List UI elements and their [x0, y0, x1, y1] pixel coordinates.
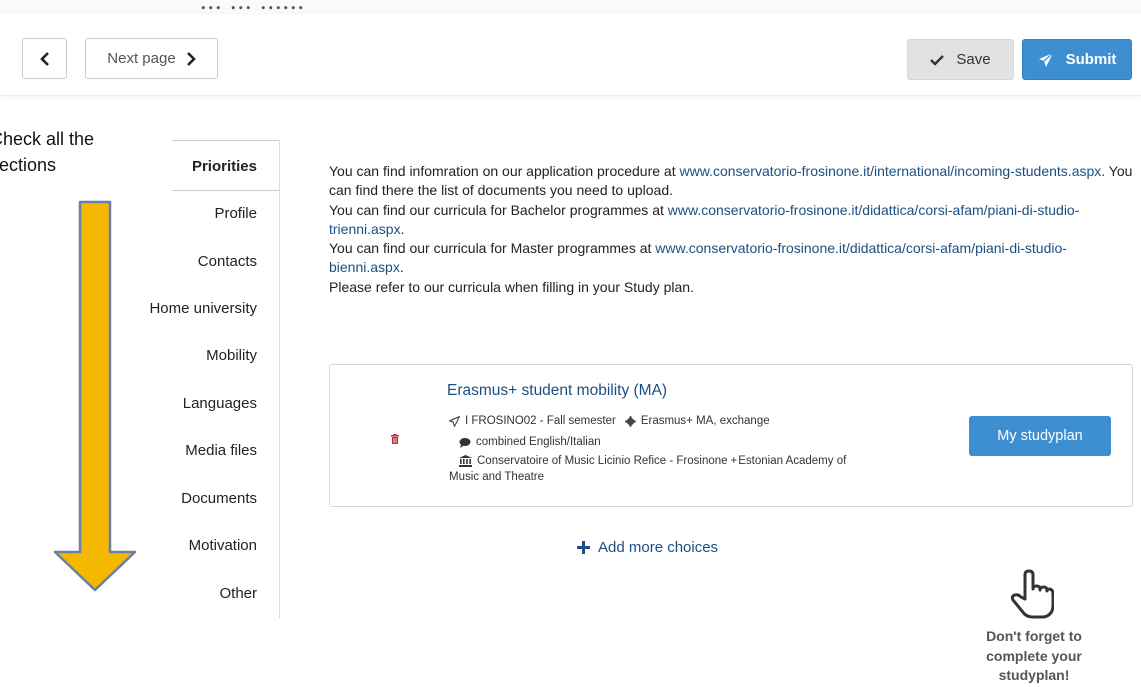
choice-home-institution: Conservatoire of Music Licinio Refice - …	[477, 455, 728, 467]
choice-host-institution: Estonian Academy of	[738, 455, 847, 467]
choice-title[interactable]: Erasmus+ student mobility (MA)	[447, 382, 667, 400]
choice-meta-row-3: Conservatoire of Music Licinio Refice - …	[459, 455, 846, 467]
reminder-line-1: Don't forget to	[986, 628, 1082, 644]
sidebar-item-documents[interactable]: Documents	[181, 490, 257, 507]
choice-meta-row-4: Music and Theatre	[449, 471, 544, 483]
reminder-line-2: complete your	[986, 647, 1082, 664]
choice-language: combined English/Italian	[476, 436, 601, 448]
asterisk-icon	[624, 415, 636, 427]
choice-host-institution-cont: Music and Theatre	[449, 471, 545, 483]
save-label: Save	[956, 51, 991, 68]
instruction-annotation: Check all the sections	[0, 126, 94, 178]
sidebar-item-profile[interactable]: Profile	[214, 205, 257, 222]
paper-plane-icon	[1038, 52, 1054, 68]
down-arrow-icon	[53, 200, 137, 592]
sidebar-item-priorities[interactable]: Priorities	[192, 158, 257, 175]
chevron-left-icon	[39, 51, 50, 66]
trash-icon[interactable]	[391, 431, 399, 449]
pointing-hand-icon	[1010, 569, 1054, 619]
sidebar-item-other[interactable]: Other	[219, 585, 257, 602]
top-strip: ... ... ......	[0, 0, 1141, 15]
info-p2-tail: .	[400, 220, 405, 237]
previous-page-button[interactable]	[22, 38, 67, 79]
sidebar-active-divider	[172, 190, 280, 191]
my-studyplan-button[interactable]: My studyplan	[969, 416, 1111, 456]
sidebar-item-motivation[interactable]: Motivation	[189, 537, 257, 554]
chevron-right-icon	[186, 51, 196, 66]
instruction-line-1: Check all the	[0, 129, 95, 149]
sidebar-item-mobility[interactable]: Mobility	[206, 347, 257, 364]
studyplan-reminder: Don't forget to complete your studyplan!	[966, 627, 1102, 686]
submit-label: Submit	[1065, 51, 1117, 68]
info-p4-text: Please refer to our curricula when filli…	[329, 278, 694, 295]
choice-meta-row-2: combined English/Italian	[459, 436, 601, 448]
sidebar-border	[279, 140, 280, 618]
check-icon	[930, 54, 945, 66]
sidebar-item-home-university[interactable]: Home university	[149, 300, 257, 317]
mobility-choice-card: Erasmus+ student mobility (MA) I FROSINO…	[329, 364, 1133, 507]
reminder-line-3: studyplan!	[998, 667, 1070, 683]
plus-separator-icon: +	[730, 455, 738, 467]
save-button[interactable]: Save	[907, 39, 1014, 80]
sidebar-item-media-files[interactable]: Media files	[185, 442, 257, 459]
add-more-choices-link[interactable]: Add more choices	[577, 539, 718, 556]
instruction-line-2: sections	[0, 155, 57, 175]
submit-button[interactable]: Submit	[1022, 39, 1132, 80]
plus-icon	[577, 541, 590, 554]
choice-program: Erasmus+ MA, exchange	[640, 415, 770, 427]
paper-plane-icon	[449, 415, 460, 427]
choice-meta-row-1: I FROSINO02 - Fall semester Erasmus+ MA,…	[449, 415, 770, 427]
sidebar-item-contacts[interactable]: Contacts	[198, 253, 257, 270]
sidebar-top-divider	[172, 140, 280, 141]
info-text: You can find infomration on our applicat…	[329, 162, 1141, 297]
bank-icon	[459, 455, 472, 467]
info-p3-text: You can find our curricula for Master pr…	[329, 240, 656, 257]
add-more-label: Add more choices	[598, 539, 719, 556]
info-p3-tail: .	[399, 259, 404, 276]
sidebar-item-languages[interactable]: Languages	[183, 395, 257, 412]
info-p2-text: You can find our curricula for Bachelor …	[329, 201, 668, 218]
info-p1-text: You can find infomration on our applicat…	[329, 163, 680, 179]
speech-bubble-icon	[459, 437, 471, 448]
incoming-students-link[interactable]: www.conservatorio-frosinone.it/internati…	[680, 163, 1102, 179]
next-page-button[interactable]: Next page	[85, 38, 218, 79]
choice-code-semester: I FROSINO02 - Fall semester	[465, 415, 616, 427]
toolbar: Next page Save Submit	[0, 14, 1141, 96]
next-page-label: Next page	[107, 50, 176, 67]
